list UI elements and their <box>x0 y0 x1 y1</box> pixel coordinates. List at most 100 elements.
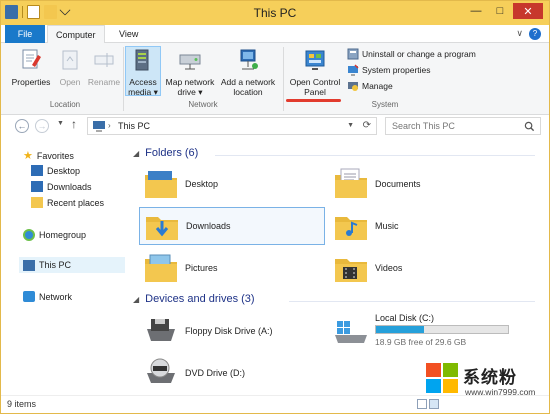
rename-label: Rename <box>87 77 121 87</box>
computer-icon <box>23 259 35 271</box>
nav-label: Homegroup <box>39 230 87 240</box>
nav-homegroup[interactable]: Homegroup <box>23 229 86 241</box>
access-media-label: Access media ▾ <box>128 77 158 97</box>
address-field[interactable]: › This PC ▼ ⟳ <box>87 117 377 135</box>
rename-button[interactable]: Rename <box>87 47 121 87</box>
add-network-location-label: Add a network location <box>220 77 276 97</box>
star-icon: ★ <box>23 150 33 162</box>
open-label: Open <box>59 77 81 87</box>
nav-label: This PC <box>39 260 72 270</box>
help-button[interactable]: ? <box>529 28 541 40</box>
folders-section-header[interactable]: ◢ Folders (6) <box>133 147 198 159</box>
folder-downloads[interactable]: Downloads <box>139 207 325 245</box>
watermark-text: 系统粉 <box>463 368 517 387</box>
properties-button[interactable]: Properties <box>9 47 53 87</box>
watermark: 系统粉 www.win7999.com <box>425 359 545 407</box>
maximize-button[interactable]: □ <box>489 3 511 19</box>
control-panel-icon <box>305 50 325 70</box>
manage-icon <box>348 82 358 91</box>
breadcrumb-chevron-icon[interactable]: › <box>108 121 111 130</box>
refresh-icon[interactable]: ⟳ <box>363 120 371 131</box>
close-button[interactable]: ✕ <box>513 3 543 19</box>
properties-icon <box>22 49 41 69</box>
folder-desktop[interactable]: Desktop <box>143 167 218 201</box>
uninstall-program-button[interactable]: Uninstall or change a program <box>347 48 476 60</box>
network-location-icon <box>240 49 258 70</box>
window-controls: — □ ✕ <box>465 3 543 19</box>
nav-label: Downloads <box>47 181 92 192</box>
folder-videos[interactable]: Videos <box>333 251 402 285</box>
drive-usage-fill <box>376 326 424 333</box>
drive-local-disk-c[interactable]: Local Disk (C:) 18.9 GB free of 29.6 GB <box>333 313 523 353</box>
collapse-caret-icon[interactable]: ◢ <box>133 149 139 158</box>
dvd-drive-icon <box>147 358 175 383</box>
rename-icon <box>94 53 114 67</box>
open-control-panel-label: Open Control Panel <box>289 77 341 97</box>
folder-icon <box>143 251 179 285</box>
homegroup-icon <box>23 229 35 241</box>
collapse-caret-icon[interactable]: ◢ <box>133 295 139 304</box>
map-network-drive-label: Map network drive ▾ <box>165 77 215 97</box>
location-group-label: Location <box>49 100 81 109</box>
drive-dvd[interactable]: DVD Drive (D:) <box>143 357 313 391</box>
folders-header-label: Folders (6) <box>145 147 199 159</box>
folder-label: Desktop <box>185 179 219 189</box>
nav-desktop[interactable]: Desktop <box>31 165 80 176</box>
recent-locations-icon[interactable]: ▼ <box>57 120 64 127</box>
nav-favorites[interactable]: ★ Favorites <box>23 149 74 162</box>
search-icon[interactable] <box>524 121 535 132</box>
address-dropdown-icon[interactable]: ▼ <box>347 122 354 129</box>
manage-button[interactable]: Manage <box>347 80 393 92</box>
media-server-icon <box>135 49 149 71</box>
drive-floppy[interactable]: Floppy Disk Drive (A:) <box>143 315 313 349</box>
properties-label: Properties <box>11 77 51 87</box>
collapse-ribbon-icon[interactable]: ∨ <box>516 28 523 39</box>
drive-label: Local Disk (C:) <box>375 313 435 323</box>
system-properties-icon <box>348 64 359 76</box>
access-media-button[interactable]: Access media ▾ <box>125 47 161 97</box>
search-input[interactable]: Search This PC <box>392 121 455 131</box>
floppy-drive-icon <box>147 319 175 341</box>
nav-label: Favorites <box>36 150 74 161</box>
downloads-icon <box>31 181 43 192</box>
desktop-icon <box>31 165 43 176</box>
ribbon: Properties Open Rename Location Access m… <box>1 43 549 115</box>
tab-view[interactable]: View <box>111 25 146 43</box>
devices-section-header[interactable]: ◢ Devices and drives (3) <box>133 293 255 305</box>
minimize-button[interactable]: — <box>465 3 487 19</box>
folder-label: Documents <box>375 179 421 189</box>
address-path: This PC <box>118 121 151 131</box>
folder-documents[interactable]: Documents <box>333 167 421 201</box>
up-button[interactable]: ↑ <box>71 117 77 131</box>
folder-pictures[interactable]: Pictures <box>143 251 218 285</box>
drive-free-space: 18.9 GB free of 29.6 GB <box>375 337 467 347</box>
tab-computer[interactable]: Computer <box>47 25 105 44</box>
system-properties-button[interactable]: System properties <box>347 64 431 76</box>
folder-music[interactable]: Music <box>333 209 399 243</box>
network-icon <box>23 291 35 302</box>
content-area: ◢ Folders (6) Desktop Documents Download… <box>129 139 549 395</box>
nav-this-pc[interactable]: This PC <box>19 257 125 273</box>
open-control-panel-button[interactable]: Open Control Panel <box>285 47 345 97</box>
search-box[interactable]: Search This PC <box>385 117 541 135</box>
folder-label: Pictures <box>185 263 218 273</box>
open-button[interactable]: Open <box>55 47 85 87</box>
manage-label: Manage <box>362 81 393 91</box>
forward-button[interactable]: → <box>35 119 49 133</box>
folder-icon <box>143 167 179 201</box>
back-button[interactable]: ← <box>15 119 29 133</box>
folder-label: Videos <box>375 263 403 273</box>
add-network-location-button[interactable]: Add a network location <box>217 47 279 97</box>
map-network-drive-button[interactable]: Map network drive ▾ <box>163 47 217 97</box>
devices-header-label: Devices and drives (3) <box>145 293 255 305</box>
tab-file[interactable]: File <box>5 25 45 43</box>
nav-downloads[interactable]: Downloads <box>31 181 92 192</box>
network-drive-icon <box>179 54 201 70</box>
nav-label: Recent places <box>47 197 105 208</box>
nav-network[interactable]: Network <box>23 291 72 302</box>
nav-label: Network <box>39 291 73 302</box>
explorer-window: This PC — □ ✕ File Computer View ∨ ? Pro… <box>0 0 550 414</box>
recent-places-icon <box>31 197 43 208</box>
nav-recent-places[interactable]: Recent places <box>31 197 104 208</box>
folder-label: Music <box>375 221 399 231</box>
